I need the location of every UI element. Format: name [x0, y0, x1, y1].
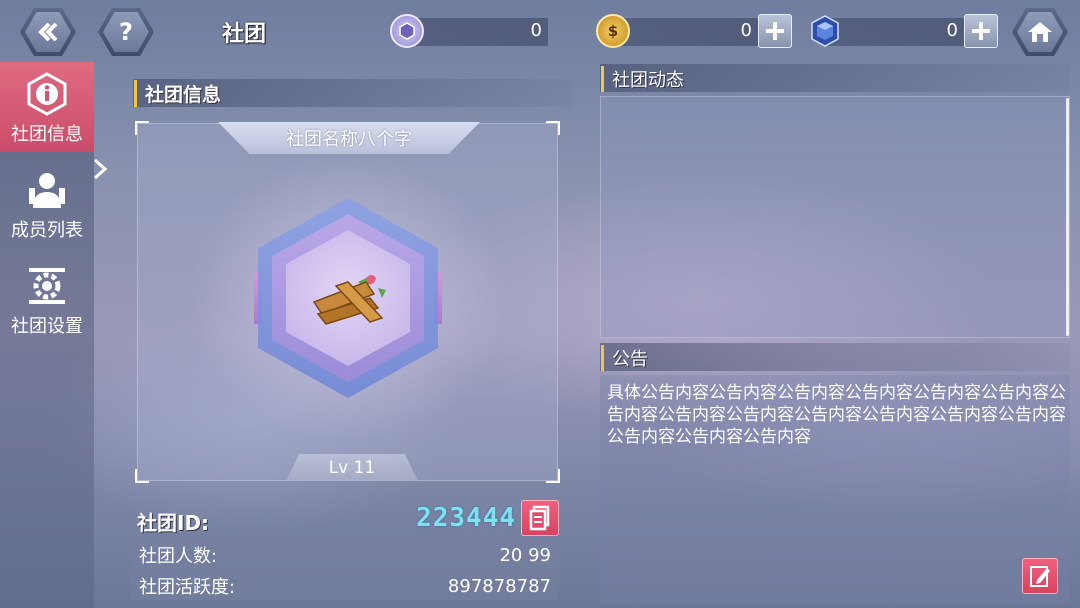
chevron-right-icon	[92, 158, 110, 180]
badge-coin-icon	[390, 14, 424, 48]
club-feed-title: 社团动态	[601, 66, 684, 92]
sidebar: 社团信息 成员列表 社团设置	[0, 62, 108, 608]
section-bar	[600, 343, 1070, 371]
edit-icon	[1030, 566, 1050, 587]
copy-icon	[529, 505, 550, 531]
add-gold-button[interactable]	[758, 14, 792, 48]
club-id-value: 223444	[416, 503, 516, 533]
home-icon	[1028, 22, 1052, 42]
frame-corner	[135, 121, 149, 135]
frame-corner	[546, 469, 560, 483]
home-button[interactable]	[1012, 8, 1068, 56]
page-title: 社团	[222, 22, 267, 47]
frame-corner	[546, 121, 560, 135]
settings-gear-icon	[25, 264, 69, 308]
stat-label: 社团人数:	[139, 546, 218, 567]
sidebar-item-members[interactable]: 成员列表	[0, 158, 94, 248]
crystal-gem-icon	[808, 14, 842, 48]
member-count-row: 社团人数: 20 99	[131, 541, 559, 569]
feed-scrollbar[interactable]	[1066, 98, 1069, 336]
badge-coin-value: 0	[530, 20, 542, 41]
sidebar-item-settings[interactable]: 社团设置	[0, 254, 94, 344]
plus-icon	[972, 22, 990, 40]
club-name: 社团名称八个字	[218, 122, 480, 154]
edit-notice-button[interactable]	[1022, 558, 1058, 594]
add-crystal-button[interactable]	[964, 14, 998, 48]
copy-id-button[interactable]	[521, 500, 559, 536]
notice-content: 具体公告内容公告内容公告内容公告内容公告内容公告内容公告内容公告内容公告内容公告…	[607, 383, 1066, 447]
club-info-title: 社团信息	[134, 80, 221, 107]
wooden-planks-emblem-icon	[312, 275, 386, 325]
sidebar-item-label: 社团信息	[11, 124, 83, 145]
stat-label: 社团活跃度:	[139, 577, 236, 598]
info-icon	[25, 72, 69, 116]
club-feed-panel[interactable]	[600, 96, 1070, 338]
help-icon: ?	[103, 12, 149, 52]
help-button[interactable]: ?	[98, 8, 154, 56]
sidebar-item-label: 成员列表	[11, 220, 83, 241]
members-icon	[25, 168, 69, 212]
top-bar: ? 社团 0 $ 0 0	[0, 0, 1080, 62]
sidebar-item-club-info[interactable]: 社团信息	[0, 62, 94, 152]
frame-corner	[135, 469, 149, 483]
back-button[interactable]	[20, 8, 76, 56]
stat-value: 897878787	[447, 575, 551, 597]
club-id-label: 社团ID:	[137, 511, 210, 535]
stat-value: 20 99	[499, 544, 551, 566]
notice-title: 公告	[601, 345, 648, 371]
club-level: Lv 11	[286, 454, 418, 481]
gold-coin-value: 0	[740, 20, 752, 41]
sidebar-item-label: 社团设置	[11, 316, 83, 337]
plus-icon	[766, 22, 784, 40]
crystal-value: 0	[946, 20, 958, 41]
activity-row: 社团活跃度: 897878787	[131, 572, 559, 600]
gold-coin-icon: $	[596, 14, 630, 48]
back-chevron-icon	[38, 22, 58, 42]
